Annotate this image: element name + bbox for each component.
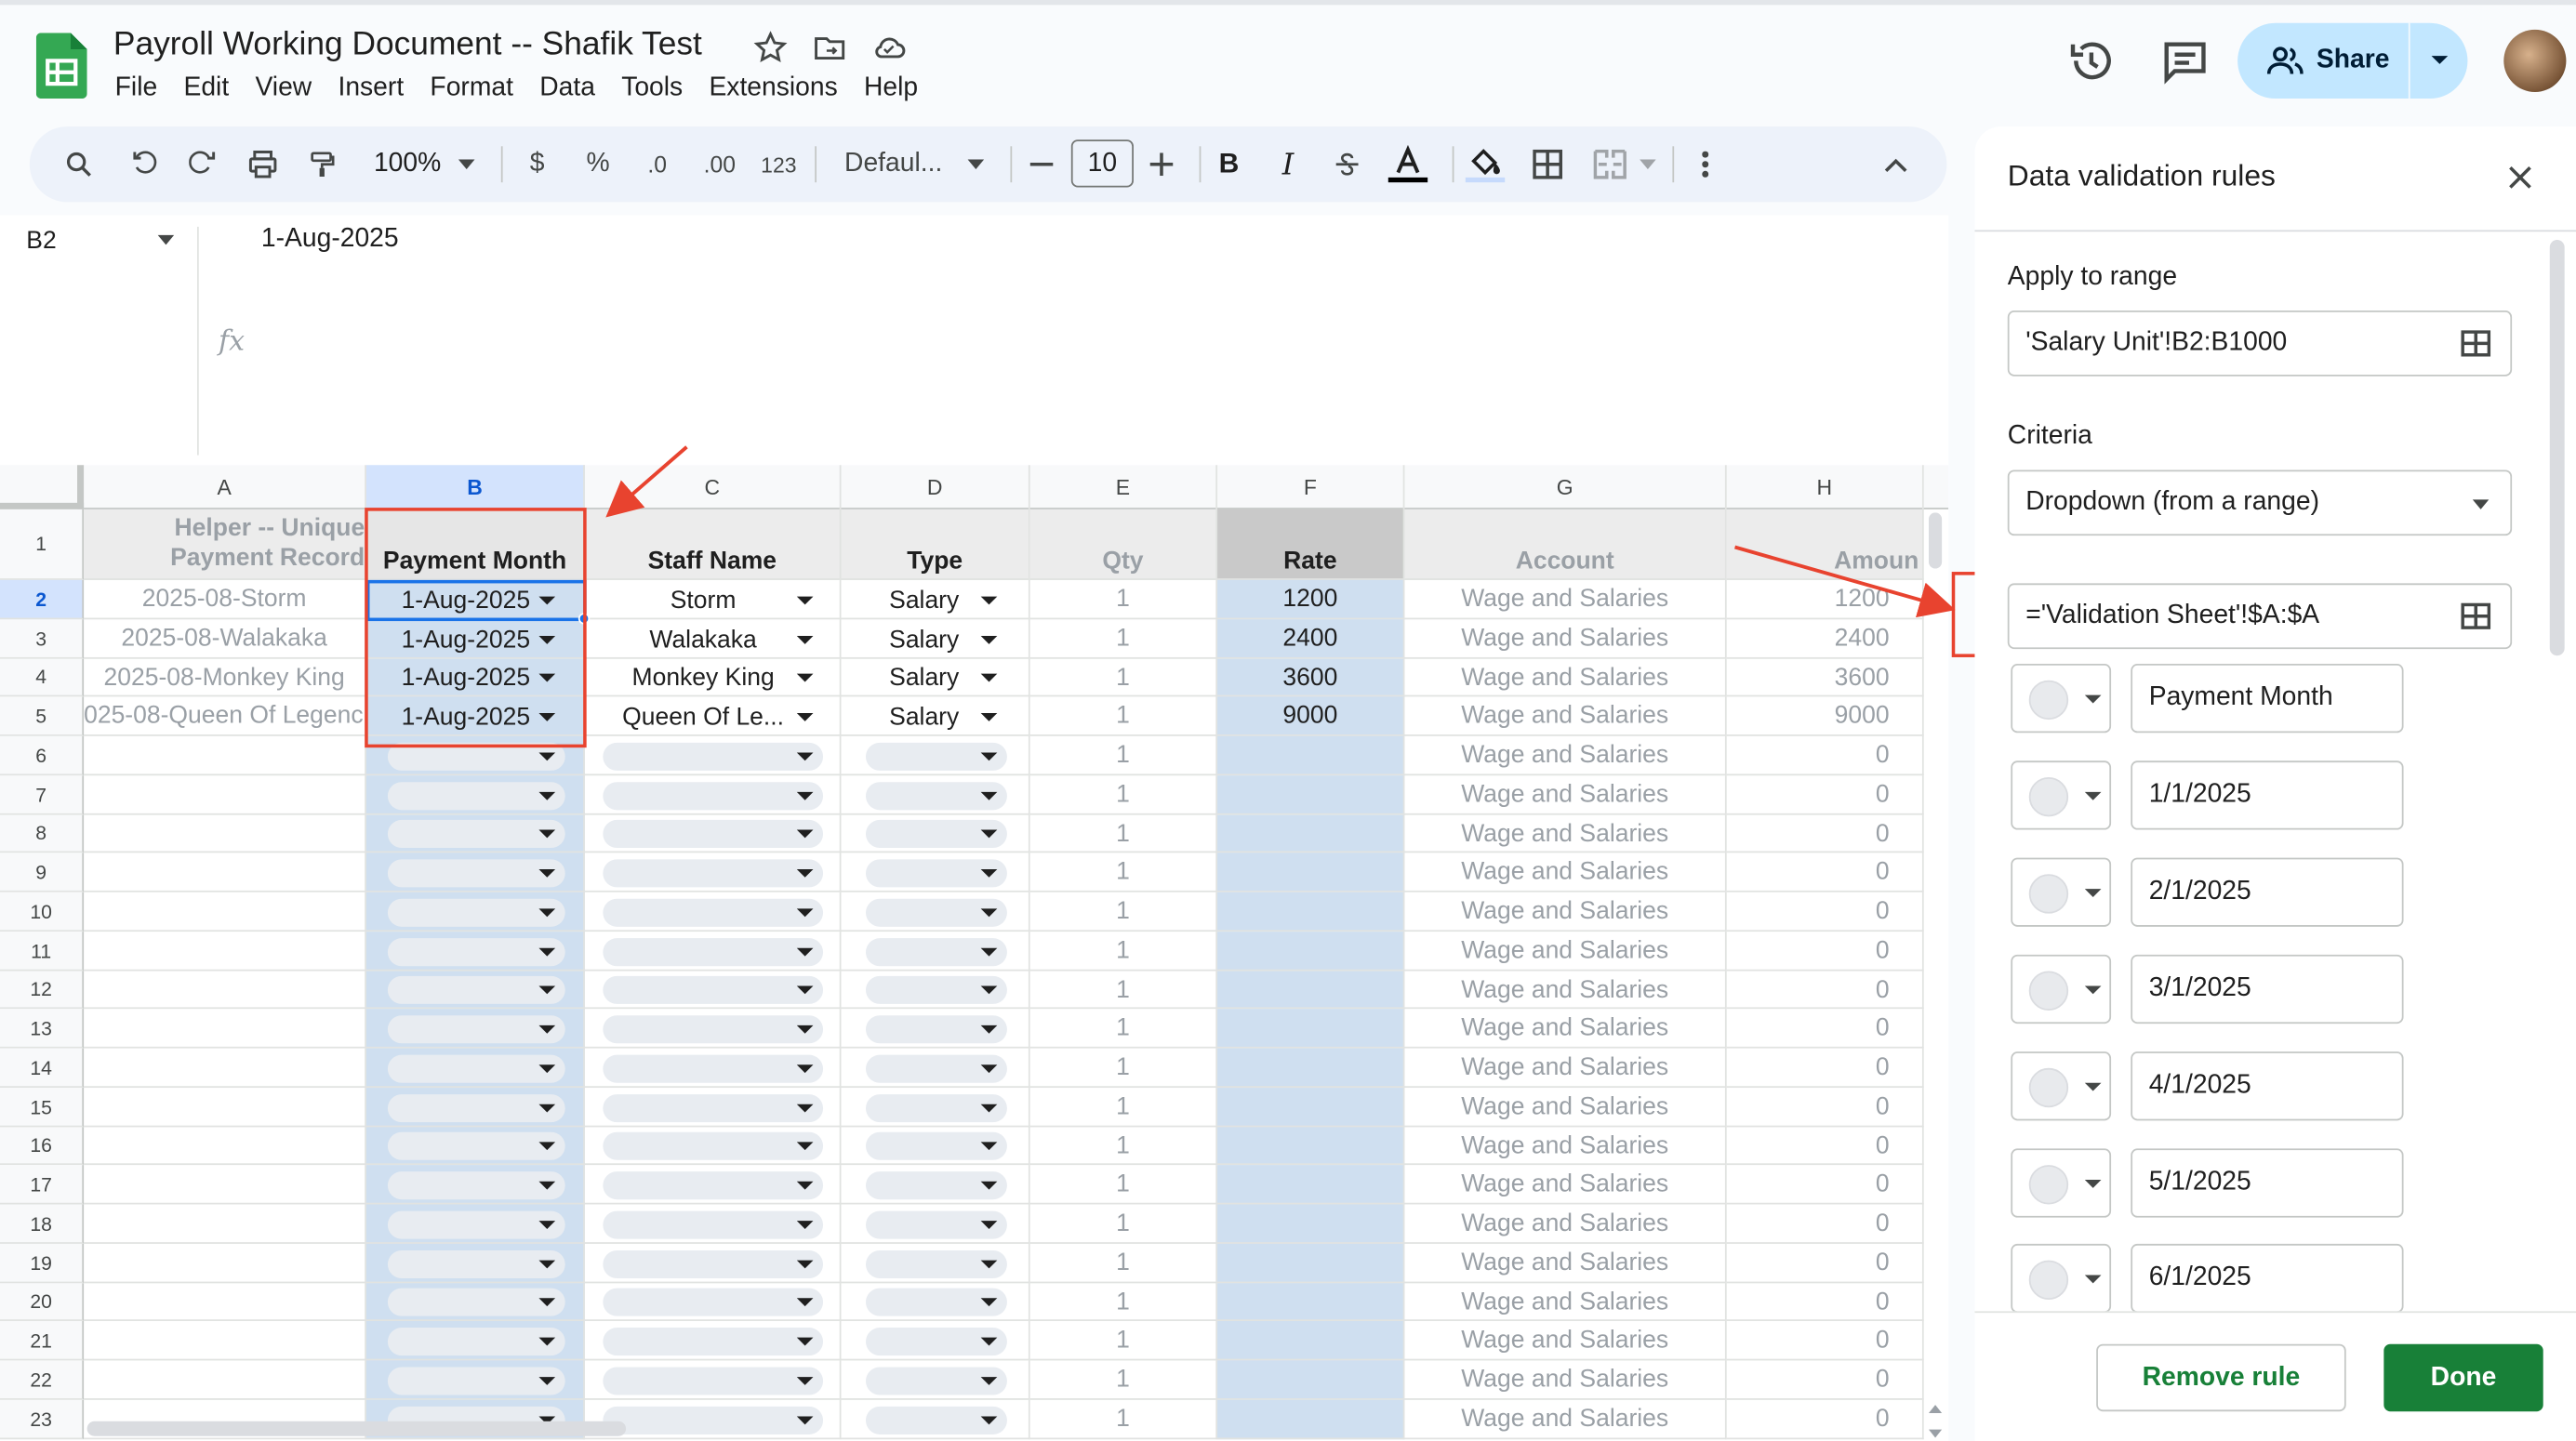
color-swatch: [2028, 680, 2069, 720]
color-swatch: [2028, 1164, 2069, 1204]
color-swatch: [2028, 873, 2069, 914]
apply-range-value: 'Salary Unit'!B2:B1000: [2025, 328, 2288, 357]
item-color-select[interactable]: [2011, 1147, 2112, 1217]
range-formula-value: ='Validation Sheet'!$A:$A: [2025, 601, 2320, 629]
panel-title: Data validation rules: [2007, 159, 2276, 192]
criteria-value: Dropdown (from a range): [2025, 487, 2319, 516]
item-value-input[interactable]: Payment Month: [2131, 664, 2404, 734]
item-color-select[interactable]: [2011, 857, 2112, 927]
range-formula-input[interactable]: ='Validation Sheet'!$A:$A: [2007, 583, 2513, 650]
close-icon[interactable]: [2503, 161, 2536, 193]
criteria-label: Criteria: [2007, 422, 2092, 451]
item-value-input[interactable]: 4/1/2025: [2131, 1051, 2404, 1120]
apply-range-input[interactable]: 'Salary Unit'!B2:B1000: [2007, 311, 2513, 377]
sheets-window: Payroll Working Document -- Shafik Test …: [0, 0, 2576, 1441]
item-value-input[interactable]: 5/1/2025: [2131, 1147, 2404, 1217]
item-value-input[interactable]: 2/1/2025: [2131, 857, 2404, 927]
remove-rule-button[interactable]: Remove rule: [2096, 1343, 2346, 1412]
caret-down-icon: [2084, 1081, 2102, 1091]
done-button[interactable]: Done: [2383, 1343, 2543, 1412]
panel-scrollbar[interactable]: [2549, 240, 2565, 656]
criteria-select[interactable]: Dropdown (from a range): [2007, 469, 2513, 536]
caret-down-icon: [2084, 985, 2102, 994]
color-swatch: [2028, 970, 2069, 1011]
item-value-input[interactable]: 6/1/2025: [2131, 1244, 2404, 1314]
item-color-select[interactable]: [2011, 1244, 2112, 1314]
caret-down-icon: [2084, 888, 2102, 897]
item-color-select[interactable]: [2011, 1051, 2112, 1120]
item-value-input[interactable]: 1/1/2025: [2131, 760, 2404, 830]
item-value-input[interactable]: 3/1/2025: [2131, 954, 2404, 1024]
color-swatch: [2028, 776, 2069, 817]
apply-range-label: Apply to range: [2007, 262, 2178, 291]
panel-divider: [1974, 230, 2576, 232]
caret-down-icon: [2084, 1276, 2102, 1285]
color-swatch: [2028, 1261, 2069, 1301]
caret-down-icon: [2084, 791, 2102, 800]
criteria-caret-icon: [2472, 499, 2490, 509]
item-color-select[interactable]: [2011, 664, 2112, 734]
caret-down-icon: [2084, 694, 2102, 704]
select-range-icon[interactable]: [2461, 602, 2491, 629]
color-swatch: [2028, 1067, 2069, 1107]
item-color-select[interactable]: [2011, 760, 2112, 830]
select-range-icon[interactable]: [2461, 330, 2491, 357]
item-color-select[interactable]: [2011, 954, 2112, 1024]
caret-down-icon: [2084, 1179, 2102, 1187]
